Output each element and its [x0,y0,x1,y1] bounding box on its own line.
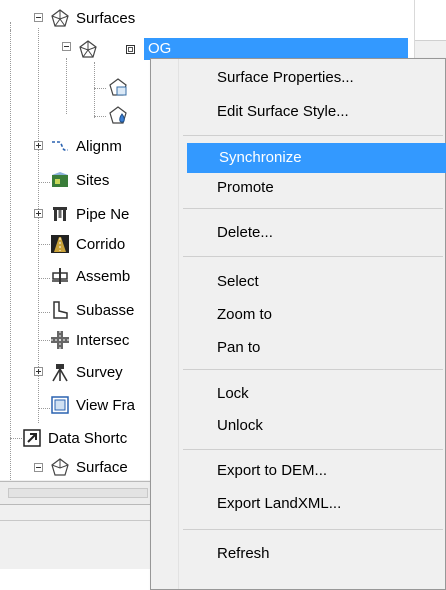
collapse-toggle[interactable] [34,13,43,22]
tree-connector [10,438,22,439]
tree-connector [38,182,50,183]
tree-connector [38,340,50,341]
tree-item-pipe-networks[interactable]: Pipe Ne [50,200,129,228]
tree-item-corridors[interactable]: Corrido [50,230,125,258]
tree-connector [38,244,50,245]
tree-item-surfaces[interactable]: Surfaces [50,4,135,32]
menu-item-export-to-dem[interactable]: Export to DEM... [185,456,443,486]
tree-item-subassemblies[interactable]: Subasse [50,296,134,324]
tree-item-definition[interactable] [108,73,134,101]
menu-item-surface-properties[interactable]: Surface Properties... [185,63,443,93]
expand-toggle[interactable] [34,141,43,150]
subassembly-icon [50,300,70,320]
intersection-icon [50,330,70,350]
tree-item-intersections[interactable]: Intersec [50,326,129,354]
surfaces-icon [50,457,70,477]
tree-item-watersheds[interactable] [108,101,134,129]
tree-connector [38,278,50,279]
pipe-network-icon [50,204,70,224]
collapse-toggle[interactable] [62,42,71,51]
menu-item-delete[interactable]: Delete... [185,218,443,248]
alignment-icon [50,136,70,156]
tree-item-survey[interactable]: Survey [50,358,123,386]
status-box-icon [126,45,135,54]
menu-item-refresh[interactable]: Refresh [185,539,443,569]
menu-item-export-landxml[interactable]: Export LandXML... [185,489,443,519]
survey-icon [50,362,70,382]
sites-icon [50,170,70,190]
menu-item-synchronize[interactable]: Synchronize [187,143,446,173]
tree-item-assemblies[interactable]: Assemb [50,262,130,290]
tree-item-og[interactable]: OG [144,38,408,60]
menu-item-promote[interactable]: Promote [185,173,443,203]
tree-item-sites[interactable]: Sites [50,166,109,194]
data-shortcuts-icon [22,428,42,448]
tree-connector [38,408,50,409]
tree-item-alignments[interactable]: Alignm [50,132,122,160]
assembly-icon [50,266,70,286]
surface-icon [78,39,98,59]
tree-connector [38,28,39,423]
menu-separator [183,256,443,257]
surface-watershed-icon [108,105,128,125]
tree-item-data-shortcuts[interactable]: Data Shortc [22,424,127,452]
tree-connector [94,62,95,118]
menu-item-lock[interactable]: Lock [185,379,443,409]
menu-separator [183,369,443,370]
tree-connector [10,30,11,482]
horizontal-scrollbar[interactable] [8,488,148,498]
menu-item-zoom-to[interactable]: Zoom to [185,300,443,330]
menu-separator [183,208,443,209]
menu-separator [183,135,443,136]
tree-item-og-icon [78,35,104,63]
tree-connector [94,116,106,117]
menu-separator [183,529,443,530]
divider [0,520,150,521]
tree-item-label: Surfaces [76,9,136,27]
context-menu: Surface Properties... Edit Surface Style… [150,58,446,590]
surface-definition-icon [108,77,128,97]
menu-item-select[interactable]: Select [185,267,443,297]
menu-item-pan-to[interactable]: Pan to [185,333,443,363]
tree-item-shortcut-surfaces[interactable]: Surface [50,455,128,479]
collapse-toggle[interactable] [34,463,43,472]
expand-toggle[interactable] [34,209,43,218]
tree-connector [94,88,106,89]
menu-separator [183,449,443,450]
menu-item-edit-surface-style[interactable]: Edit Surface Style... [185,97,443,127]
tree-connector [38,312,50,313]
surfaces-icon [50,8,70,28]
tree-item-view-frame-groups[interactable]: View Fra [50,391,135,419]
context-menu-gutter [151,59,179,589]
menu-item-unlock[interactable]: Unlock [185,411,443,441]
corridor-icon [50,234,70,254]
view-frame-icon [50,395,70,415]
tree-connector [66,58,67,114]
expand-toggle[interactable] [34,367,43,376]
